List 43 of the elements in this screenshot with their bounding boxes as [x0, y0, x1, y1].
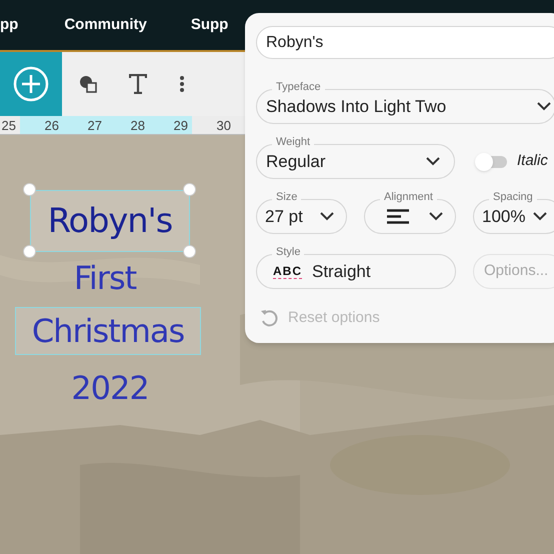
style-preview: ABC — [273, 264, 302, 278]
reset-icon — [260, 309, 278, 328]
chevron-down-icon — [533, 212, 548, 221]
add-button[interactable] — [0, 52, 62, 116]
plus-circle-icon — [13, 66, 49, 102]
dropdown-value: Regular — [266, 150, 326, 173]
more-vertical-icon — [179, 75, 185, 93]
field-label: Style — [272, 245, 304, 259]
dropdown-value: Shadows Into Light Two — [266, 96, 446, 118]
align-left-icon — [387, 209, 409, 224]
text-field[interactable]: Robyn's — [256, 26, 554, 59]
canvas-text[interactable]: Robyn's — [30, 190, 190, 252]
text-button[interactable] — [128, 73, 148, 95]
shapes-button[interactable] — [78, 74, 98, 94]
nav-link[interactable]: Supp — [190, 14, 228, 36]
dropdown-value: Straight — [312, 260, 371, 283]
italic-toggle[interactable] — [477, 156, 507, 168]
ruler-label: 27 — [63, 116, 106, 134]
chevron-down-icon — [537, 102, 551, 111]
field-label: Alignment — [380, 190, 437, 204]
field-label: Weight — [272, 135, 314, 149]
dropdown-value: 27 pt — [265, 206, 303, 228]
canvas-text[interactable]: First — [55, 250, 155, 305]
italic-label: Italic — [517, 151, 548, 172]
ruler-label: 26 — [20, 116, 63, 134]
dropdown-value: 100% — [482, 206, 526, 228]
nav-link[interactable]: pp — [0, 14, 18, 36]
ruler-label: 28 — [106, 116, 149, 134]
ruler-label: 29 — [149, 116, 192, 134]
ruler-label: 25 — [0, 117, 17, 134]
chevron-down-icon — [429, 212, 443, 221]
more-button[interactable] — [178, 74, 186, 94]
canvas-text[interactable]: 2022 — [60, 360, 160, 415]
ruler-label: 30 — [216, 117, 232, 134]
size-dropdown[interactable]: 27 pt — [256, 199, 347, 234]
text-icon — [129, 74, 147, 94]
canvas-text[interactable]: Christmas — [15, 307, 201, 355]
field-label: Typeface — [272, 80, 325, 94]
nav-link[interactable]: Community — [64, 14, 147, 36]
chevron-down-icon — [426, 157, 440, 166]
shapes-icon — [79, 75, 97, 93]
chevron-down-icon — [320, 212, 334, 221]
field-label: Spacing — [489, 190, 537, 204]
